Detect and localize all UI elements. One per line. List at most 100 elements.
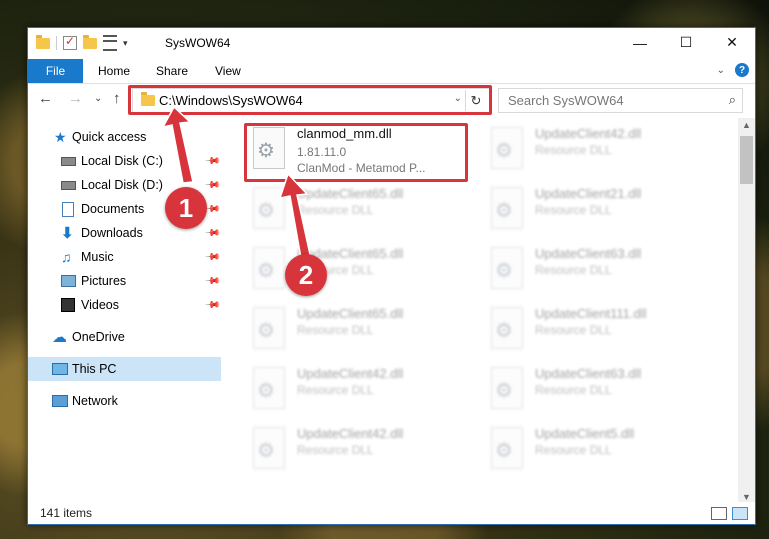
sidebar-item-onedrive[interactable]: ☁ OneDrive: [28, 325, 221, 349]
file-item[interactable]: UpdateClient21.dll Resource DLL: [483, 182, 713, 240]
drive-icon: [61, 156, 76, 166]
status-bar: 141 items: [28, 502, 755, 524]
toolbar-dropdown-icon[interactable]: ▾: [123, 38, 128, 49]
videos-icon: [61, 298, 75, 312]
sidebar-item-label: OneDrive: [72, 330, 125, 344]
properties-check-icon[interactable]: [63, 34, 77, 50]
ribbon-right-controls: ⌄ ?: [717, 63, 749, 77]
file-name: UpdateClient65.dll: [297, 186, 404, 201]
dll-file-icon: [491, 247, 523, 289]
sidebar-item-label: Videos: [81, 298, 119, 312]
file-item[interactable]: UpdateClient65.dll Resource DLL: [245, 302, 475, 360]
sidebar-item-local-disk-c[interactable]: Local Disk (C:) 📌: [28, 149, 221, 173]
file-item[interactable]: UpdateClient63.dll Resource DLL: [483, 242, 713, 300]
file-name: UpdateClient65.dll: [297, 306, 404, 321]
file-item[interactable]: UpdateClient63.dll Resource DLL: [483, 362, 713, 420]
file-highlight-box: [244, 123, 468, 182]
file-item[interactable]: UpdateClient65.dll Resource DLL: [245, 242, 475, 300]
file-explorer-window: ▾ SysWOW64 — ☐ ✕ File Home Share View ⌄ …: [27, 27, 756, 525]
cloud-icon: ☁: [52, 329, 67, 346]
callout-2: 2: [285, 254, 327, 296]
star-icon: ★: [54, 128, 67, 145]
close-button[interactable]: ✕: [709, 28, 755, 57]
ribbon-expand-chevron-icon[interactable]: ⌄: [717, 65, 725, 76]
file-item[interactable]: UpdateClient65.dll Resource DLL: [245, 182, 475, 240]
file-item[interactable]: UpdateClient42.dll Resource DLL: [483, 122, 713, 180]
search-icon[interactable]: ⌕: [729, 92, 736, 108]
sidebar-item-label: Pictures: [81, 274, 127, 288]
scroll-down-icon[interactable]: ▼: [742, 492, 751, 502]
new-folder-icon[interactable]: [83, 34, 97, 49]
pin-icon[interactable]: 📌: [204, 177, 221, 194]
callout-1: 1: [165, 187, 207, 229]
network-icon: [52, 395, 68, 407]
vertical-scrollbar[interactable]: ▲ ▼: [738, 118, 755, 504]
file-name: UpdateClient42.dll: [297, 426, 404, 441]
dll-file-icon: [253, 247, 285, 289]
file-type: Resource DLL: [297, 323, 374, 337]
sidebar-item-label: Documents: [81, 202, 145, 216]
tab-home[interactable]: Home: [98, 64, 130, 78]
quick-access-toolbar: ▾: [36, 34, 128, 51]
tab-share[interactable]: Share: [156, 64, 188, 78]
sidebar-item-music[interactable]: ♫ Music 📌: [28, 245, 221, 269]
sidebar-item-network[interactable]: Network: [28, 389, 221, 413]
search-input[interactable]: Search SysWOW64: [508, 93, 624, 108]
pin-icon[interactable]: 📌: [204, 225, 221, 242]
minimize-button[interactable]: —: [617, 28, 663, 57]
pin-icon[interactable]: 📌: [204, 249, 221, 266]
maximize-button[interactable]: ☐: [663, 28, 709, 57]
tab-view[interactable]: View: [215, 64, 241, 78]
sidebar-item-label: Downloads: [81, 226, 143, 240]
sidebar-item-videos[interactable]: Videos 📌: [28, 293, 221, 317]
item-count: 141 items: [40, 506, 93, 520]
documents-icon: [62, 201, 74, 217]
ribbon-tabs: File Home Share View ⌄ ?: [28, 59, 755, 84]
navigation-pane: ★ Quick access Local Disk (C:) 📌 Local D…: [28, 118, 221, 501]
back-button[interactable]: ←: [38, 90, 53, 107]
sidebar-item-pictures[interactable]: Pictures 📌: [28, 269, 221, 293]
scroll-thumb[interactable]: [740, 136, 753, 184]
file-type: Resource DLL: [535, 203, 612, 217]
folder-icon: [36, 34, 50, 49]
file-item[interactable]: UpdateClient42.dll Resource DLL: [245, 422, 475, 480]
pin-icon[interactable]: 📌: [204, 153, 221, 170]
window-controls: — ☐ ✕: [617, 28, 755, 57]
scroll-up-icon[interactable]: ▲: [742, 120, 751, 130]
file-name: UpdateClient42.dll: [297, 366, 404, 381]
tiles-view-icon[interactable]: [732, 507, 748, 520]
file-name: UpdateClient21.dll: [535, 186, 642, 201]
details-view-icon[interactable]: [711, 507, 727, 520]
file-type: Resource DLL: [535, 263, 612, 277]
file-list: clanmod_mm.dll 1.81.11.0 ClanMod - Metam…: [235, 118, 739, 502]
download-icon: ⬇: [61, 225, 74, 242]
file-name: UpdateClient63.dll: [535, 366, 642, 381]
file-name: UpdateClient42.dll: [535, 126, 642, 141]
computer-icon: [52, 363, 68, 375]
dll-file-icon: [491, 307, 523, 349]
navigation-bar: ← → ⌄ ↑ C:\Windows\SysWOW64 ⌄ ↻ Search S…: [28, 84, 755, 116]
up-button[interactable]: ↑: [113, 90, 121, 107]
search-box[interactable]: Search SysWOW64 ⌕: [498, 88, 743, 113]
sidebar-item-this-pc[interactable]: This PC: [28, 357, 221, 381]
dll-file-icon: [491, 187, 523, 229]
file-item[interactable]: UpdateClient5.dll Resource DLL: [483, 422, 713, 480]
file-item[interactable]: UpdateClient111.dll Resource DLL: [483, 302, 713, 360]
file-type: Resource DLL: [535, 323, 612, 337]
pin-icon[interactable]: 📌: [204, 297, 221, 314]
sidebar-item-quick-access[interactable]: ★ Quick access: [28, 125, 221, 149]
customize-toolbar-icon[interactable]: [103, 35, 117, 51]
sidebar-item-label: Local Disk (C:): [81, 154, 163, 168]
tab-file[interactable]: File: [28, 59, 83, 83]
file-item[interactable]: UpdateClient42.dll Resource DLL: [245, 362, 475, 420]
window-title: SysWOW64: [165, 36, 231, 50]
pin-icon[interactable]: 📌: [204, 273, 221, 290]
dll-file-icon: [253, 427, 285, 469]
file-type: Resource DLL: [535, 143, 612, 157]
help-icon[interactable]: ?: [735, 63, 749, 77]
sidebar-item-label: Music: [81, 250, 114, 264]
dll-file-icon: [253, 367, 285, 409]
forward-button[interactable]: →: [68, 90, 83, 107]
sidebar-item-label: Network: [72, 394, 118, 408]
recent-locations-icon[interactable]: ⌄: [94, 93, 102, 104]
